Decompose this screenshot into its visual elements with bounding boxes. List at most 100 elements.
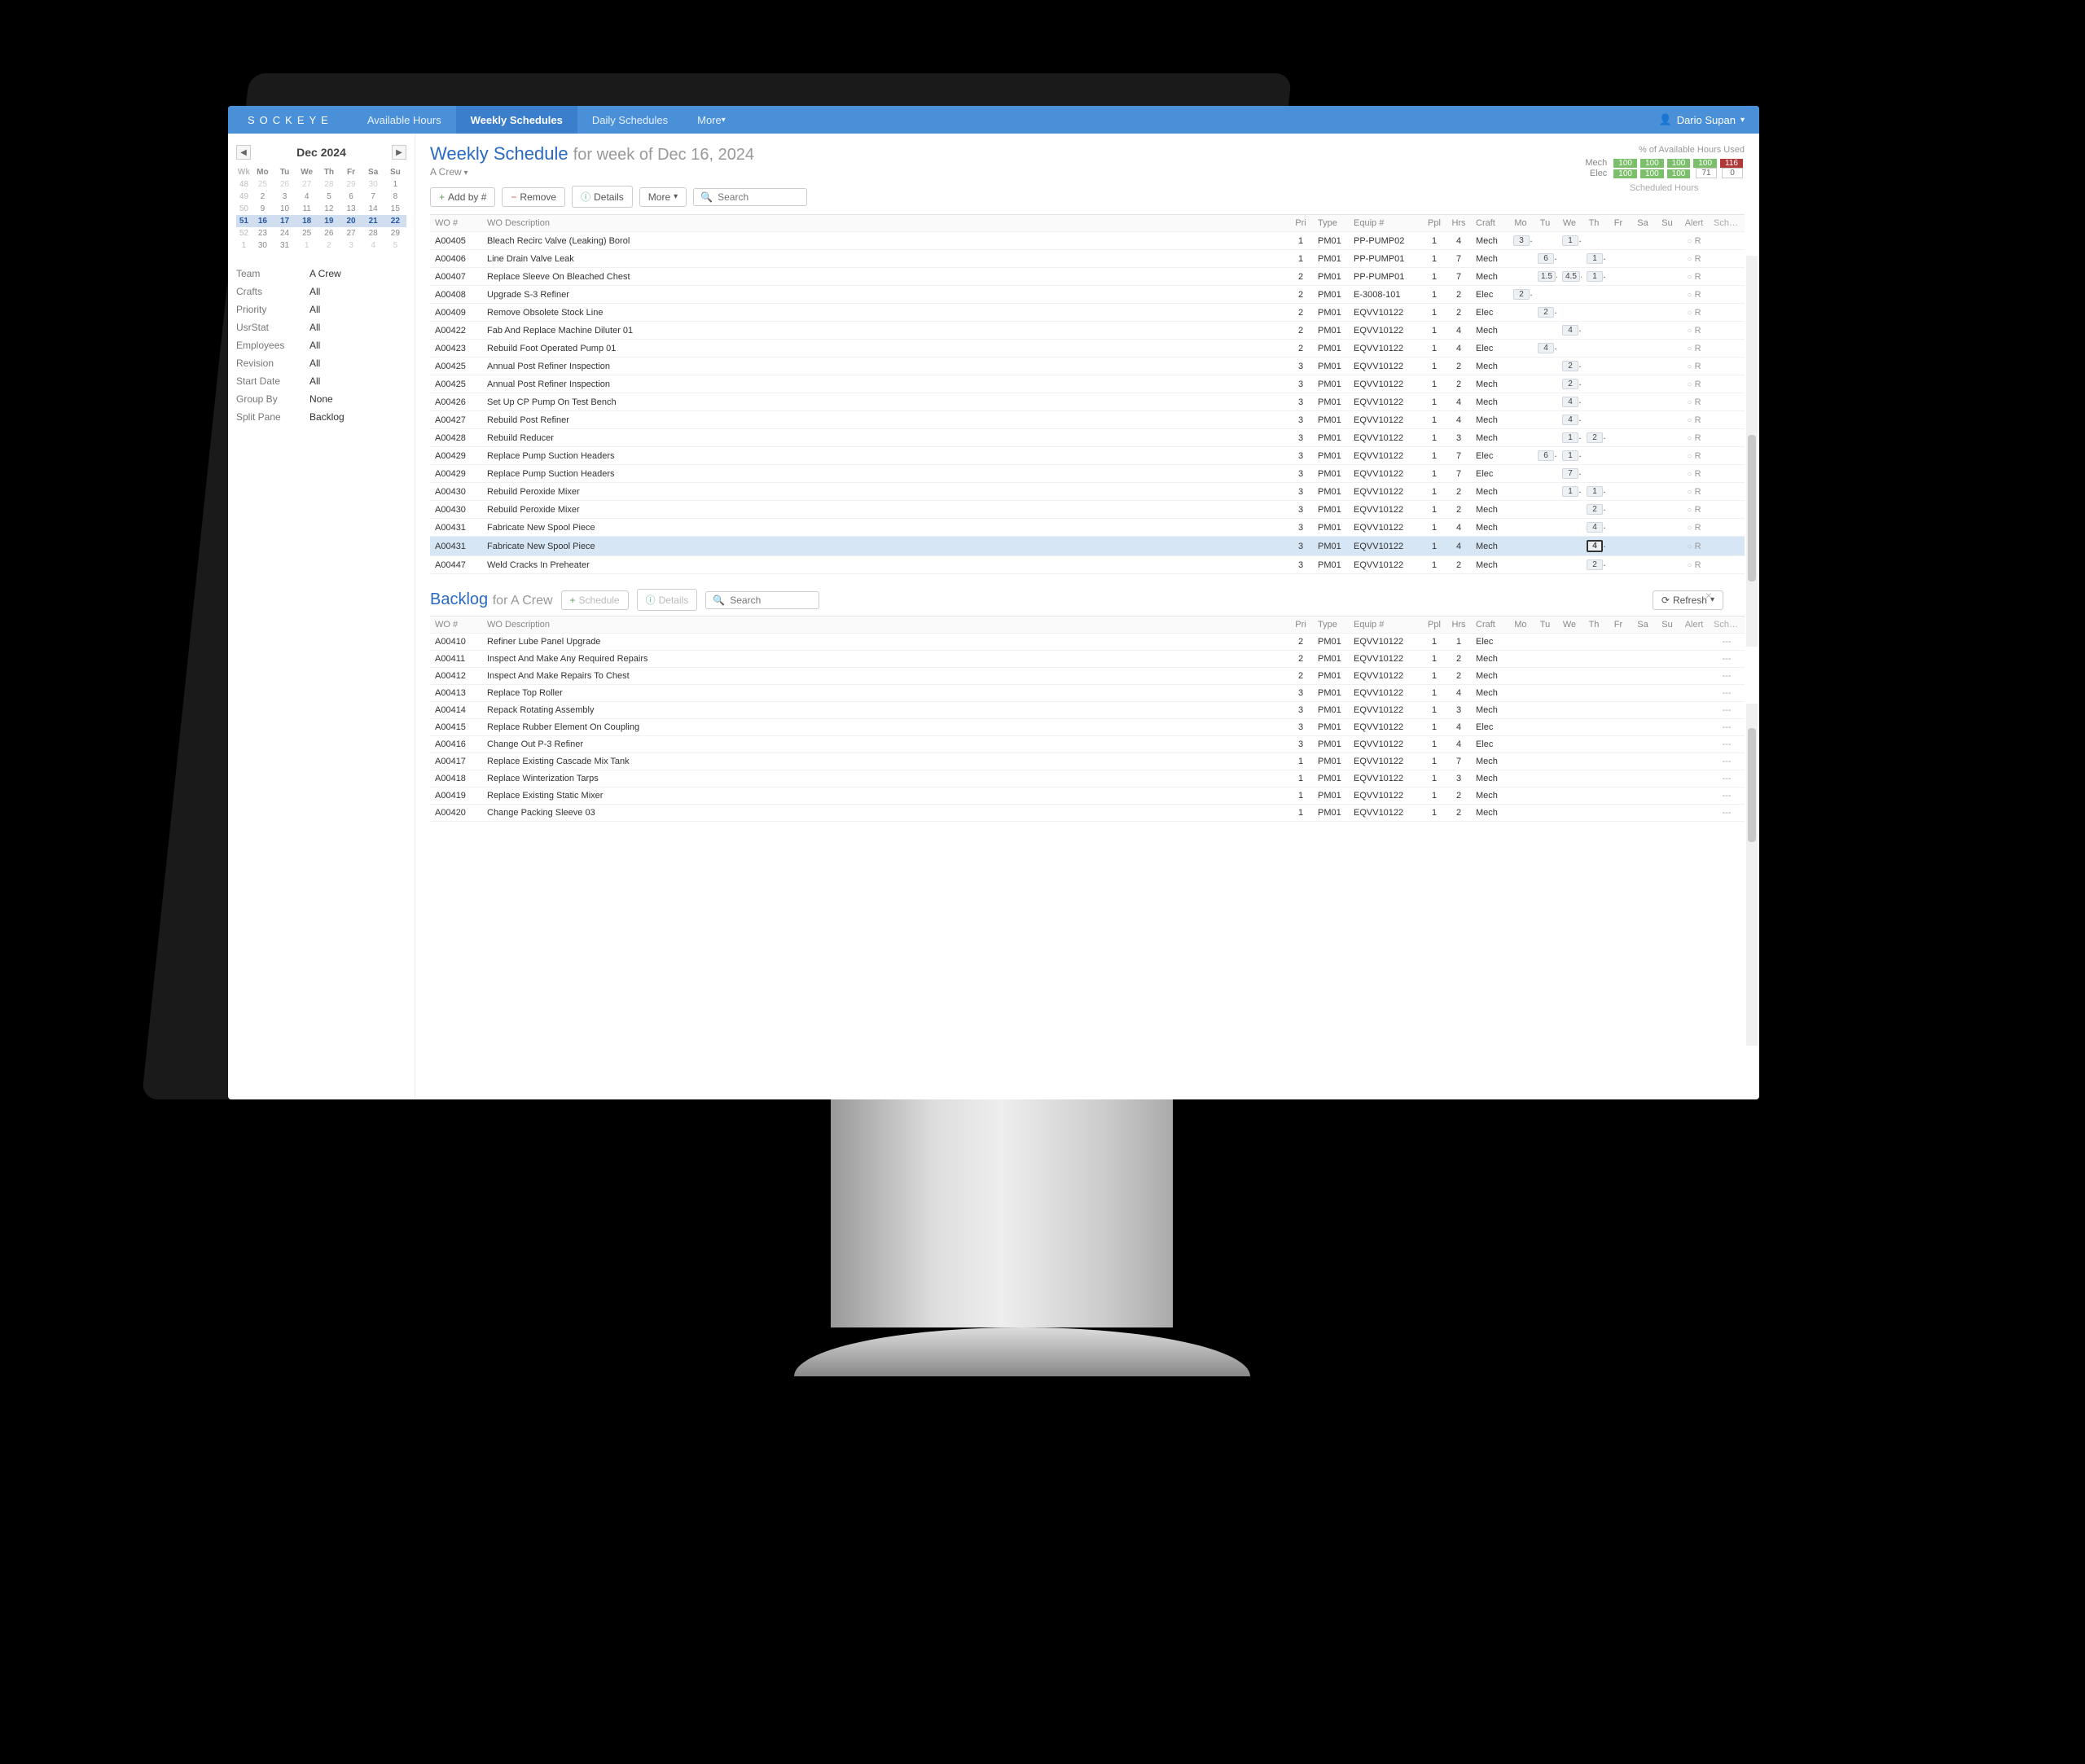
calendar-day[interactable]: 1 <box>296 239 318 252</box>
table-row[interactable]: A00417Replace Existing Cascade Mix Tank1… <box>430 753 1745 770</box>
day-cell[interactable]: 2 <box>1582 429 1606 447</box>
column-header[interactable]: WO Description <box>482 215 1288 232</box>
table-row[interactable]: A00429Replace Pump Suction Headers3PM01E… <box>430 465 1745 483</box>
day-cell[interactable] <box>1606 268 1631 286</box>
day-cell[interactable] <box>1557 519 1582 537</box>
day-cell[interactable] <box>1508 685 1533 702</box>
day-cell[interactable]: 2 <box>1508 286 1533 304</box>
backlog-refresh-button[interactable]: ⟳ Refresh <box>1653 590 1723 610</box>
calendar-day[interactable]: 9 <box>252 203 274 215</box>
day-cell[interactable] <box>1655 429 1679 447</box>
table-row[interactable]: A00412Inspect And Make Repairs To Chest2… <box>430 668 1745 685</box>
day-cell[interactable] <box>1582 322 1606 340</box>
calendar-day[interactable]: 3 <box>274 191 296 203</box>
table-row[interactable]: A00405Bleach Recirc Valve (Leaking) Boro… <box>430 232 1745 250</box>
column-header[interactable]: Alert <box>1679 617 1709 634</box>
day-cell[interactable] <box>1508 736 1533 753</box>
day-cell[interactable] <box>1508 788 1533 805</box>
day-cell[interactable] <box>1508 393 1533 411</box>
backlog-close[interactable]: × <box>1705 589 1712 602</box>
day-cell[interactable] <box>1631 286 1655 304</box>
column-header[interactable]: Pri <box>1288 617 1313 634</box>
day-cell[interactable]: 1 <box>1582 483 1606 501</box>
day-cell[interactable] <box>1655 634 1679 651</box>
day-cell[interactable] <box>1582 393 1606 411</box>
day-cell[interactable] <box>1631 753 1655 770</box>
day-cell[interactable] <box>1557 668 1582 685</box>
day-cell[interactable] <box>1533 519 1557 537</box>
day-cell[interactable]: 2 <box>1582 501 1606 519</box>
day-cell[interactable] <box>1631 232 1655 250</box>
day-cell[interactable] <box>1582 465 1606 483</box>
day-cell[interactable]: 1 <box>1557 429 1582 447</box>
calendar-day[interactable]: 17 <box>274 215 296 227</box>
column-header[interactable]: Tu <box>1533 215 1557 232</box>
column-header[interactable]: Th <box>1582 215 1606 232</box>
column-header[interactable]: WO # <box>430 617 482 634</box>
day-cell[interactable] <box>1533 537 1557 556</box>
day-cell[interactable] <box>1508 651 1533 668</box>
day-cell[interactable] <box>1631 537 1655 556</box>
day-cell[interactable] <box>1631 685 1655 702</box>
calendar-day[interactable]: 18 <box>296 215 318 227</box>
table-row[interactable]: A00428Rebuild Reducer3PM01EQVV1012213Mec… <box>430 429 1745 447</box>
calendar-day[interactable]: 22 <box>384 215 406 227</box>
crew-selector[interactable]: A Crew <box>430 166 1745 178</box>
backlog-schedule-button[interactable]: +Schedule <box>561 590 629 610</box>
calendar-day[interactable]: 27 <box>296 178 318 191</box>
table-row[interactable]: A00430Rebuild Peroxide Mixer3PM01EQVV101… <box>430 483 1745 501</box>
day-cell[interactable]: 1 <box>1557 232 1582 250</box>
calendar-day[interactable]: 29 <box>384 227 406 239</box>
calendar-day[interactable]: 26 <box>318 227 340 239</box>
day-cell[interactable] <box>1631 651 1655 668</box>
calendar-day[interactable]: 8 <box>384 191 406 203</box>
calendar-day[interactable]: 24 <box>274 227 296 239</box>
column-header[interactable]: Sa <box>1631 617 1655 634</box>
day-cell[interactable]: 4 <box>1533 340 1557 358</box>
day-cell[interactable] <box>1631 668 1655 685</box>
day-cell[interactable] <box>1582 375 1606 393</box>
nav-weekly-schedules[interactable]: Weekly Schedules <box>456 106 577 134</box>
day-cell[interactable] <box>1606 770 1631 788</box>
day-cell[interactable] <box>1655 250 1679 268</box>
day-cell[interactable]: 4 <box>1557 411 1582 429</box>
day-cell[interactable] <box>1655 304 1679 322</box>
day-cell[interactable] <box>1533 286 1557 304</box>
day-cell[interactable] <box>1655 770 1679 788</box>
day-cell[interactable] <box>1606 537 1631 556</box>
column-header[interactable]: Mo <box>1508 215 1533 232</box>
day-cell[interactable] <box>1655 736 1679 753</box>
column-header[interactable]: Alert <box>1679 215 1709 232</box>
day-cell[interactable] <box>1508 250 1533 268</box>
day-cell[interactable] <box>1606 232 1631 250</box>
column-header[interactable]: Equip # <box>1349 617 1422 634</box>
day-cell[interactable] <box>1508 268 1533 286</box>
day-cell[interactable]: 3 <box>1508 232 1533 250</box>
column-header[interactable]: Craft <box>1471 215 1508 232</box>
day-cell[interactable] <box>1631 375 1655 393</box>
calendar-day[interactable]: 11 <box>296 203 318 215</box>
day-cell[interactable] <box>1582 685 1606 702</box>
day-cell[interactable] <box>1655 685 1679 702</box>
day-cell[interactable] <box>1606 736 1631 753</box>
day-cell[interactable] <box>1655 268 1679 286</box>
add-by-number-button[interactable]: +Add by # <box>430 187 495 207</box>
day-cell[interactable] <box>1631 770 1655 788</box>
day-cell[interactable] <box>1533 483 1557 501</box>
calendar-grid[interactable]: WkMoTuWeThFrSaSu 48252627282930149234567… <box>236 166 406 252</box>
day-cell[interactable] <box>1508 719 1533 736</box>
day-cell[interactable] <box>1508 634 1533 651</box>
day-cell[interactable] <box>1582 447 1606 465</box>
nav-more[interactable]: More <box>683 106 740 134</box>
schedule-scrollbar[interactable] <box>1746 256 1758 647</box>
day-cell[interactable] <box>1631 519 1655 537</box>
details-button[interactable]: ⓘDetails <box>572 186 633 208</box>
day-cell[interactable]: 2 <box>1582 556 1606 574</box>
column-header[interactable]: WO # <box>430 215 482 232</box>
filter-row[interactable]: RevisionAll <box>236 354 406 372</box>
column-header[interactable]: Type <box>1313 215 1349 232</box>
day-cell[interactable] <box>1631 268 1655 286</box>
calendar-day[interactable]: 27 <box>340 227 362 239</box>
column-header[interactable]: Fr <box>1606 617 1631 634</box>
schedule-search-input[interactable] <box>718 191 791 203</box>
